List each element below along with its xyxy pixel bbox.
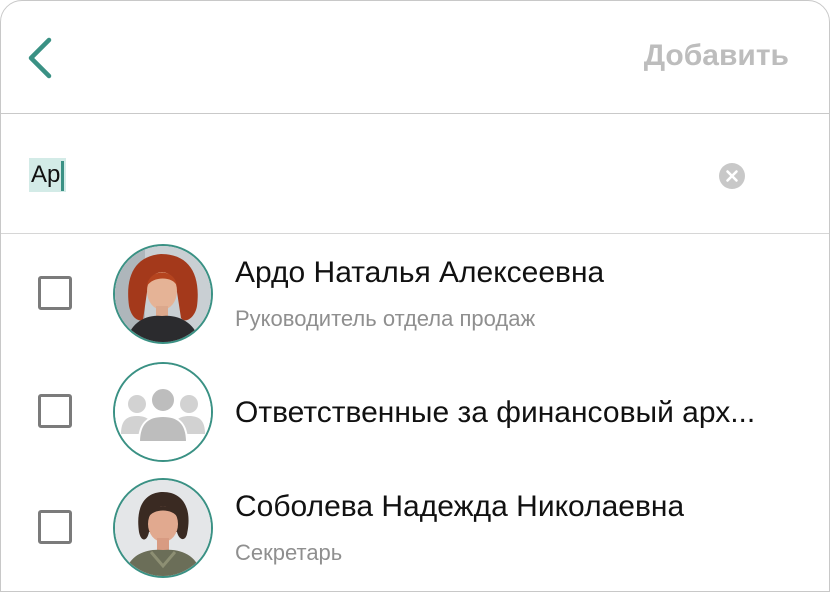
contact-picker-screen: Добавить Ар Ардо Наталья Алексеевна Руко… <box>0 0 830 592</box>
navigation-bar: Добавить <box>1 1 829 114</box>
contact-name: Ответственные за финансовый арх... <box>235 396 756 429</box>
contact-list: Ардо Наталья Алексеевна Руководитель отд… <box>1 234 829 586</box>
contact-name: Соболева Надежда Николаевна <box>235 490 685 523</box>
add-button[interactable]: Добавить <box>644 39 789 73</box>
search-input[interactable] <box>29 158 629 192</box>
contact-name: Ардо Наталья Алексеевна <box>235 256 605 289</box>
contact-position: Секретарь <box>235 540 343 565</box>
list-item[interactable]: Соболева Надежда Николаевна Секретарь <box>1 468 829 586</box>
search-bar: Ар <box>1 114 829 234</box>
contact-position: Руководитель отдела продаж <box>235 306 536 331</box>
avatar <box>113 244 213 344</box>
avatar <box>113 478 213 578</box>
avatar <box>113 362 213 462</box>
group-avatar-icon <box>115 364 211 460</box>
select-checkbox[interactable] <box>38 394 72 428</box>
list-item[interactable]: Ответственные за финансовый арх... <box>1 352 829 468</box>
clear-search-button[interactable] <box>719 163 745 189</box>
select-checkbox[interactable] <box>38 510 72 544</box>
back-button[interactable] <box>21 33 61 83</box>
list-item[interactable]: Ардо Наталья Алексеевна Руководитель отд… <box>1 234 829 352</box>
clear-circle-icon <box>726 170 738 182</box>
chevron-left-icon <box>28 37 52 79</box>
select-checkbox[interactable] <box>38 276 72 310</box>
person-photo-ardo <box>115 246 211 342</box>
person-photo-soboleva <box>115 480 211 576</box>
